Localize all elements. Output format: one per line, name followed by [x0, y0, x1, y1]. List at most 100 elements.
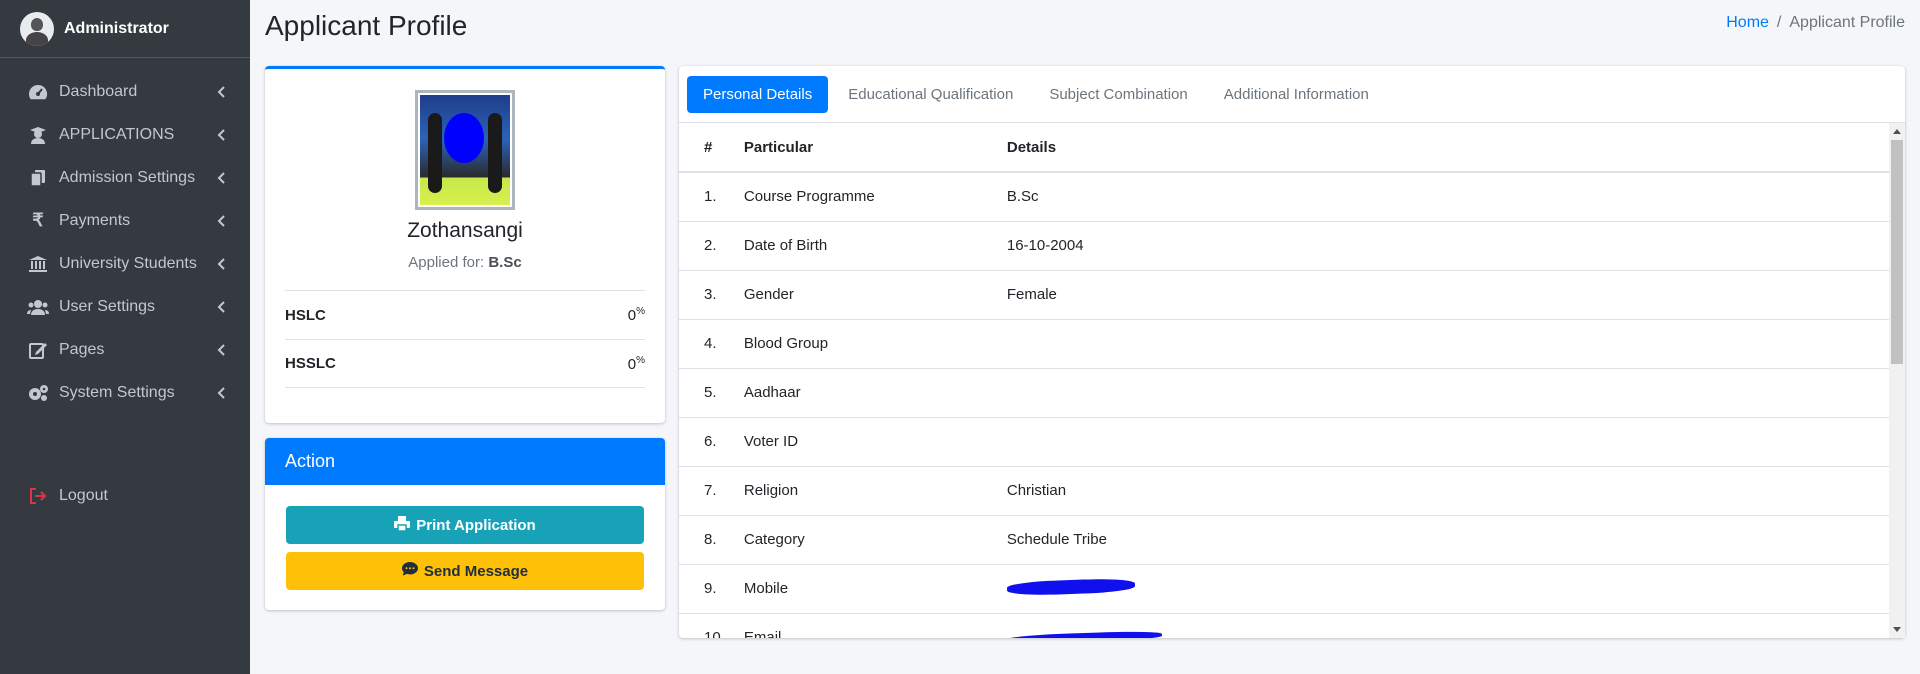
row-particular: Date of Birth [724, 221, 982, 271]
details-table-container: # Particular Details 1. Course Programme B… [679, 123, 1889, 638]
row-number: 4. [679, 319, 725, 369]
column-header-particular: Particular [724, 123, 982, 173]
users-icon [27, 298, 49, 316]
row-particular: Voter ID [724, 417, 982, 467]
row-number: 9. [679, 564, 725, 614]
applied-for: Applied for: B.Sc [265, 254, 665, 271]
details-card: Personal Details Educational Qualificati… [679, 66, 1905, 638]
logout-link[interactable]: Logout [27, 487, 108, 505]
sidebar-item-label: Dashboard [59, 82, 138, 100]
sidebar: Administrator Dashboard APPLICATIONS Adm… [0, 0, 250, 674]
sidebar-item-label: Payments [59, 211, 131, 229]
user-name: Administrator [64, 19, 169, 37]
send-message-button[interactable]: Send Message [286, 552, 644, 590]
row-details: Christian [981, 466, 1889, 516]
table-scrollbar[interactable] [1889, 123, 1905, 638]
send-message-label: Send Message [423, 562, 529, 580]
row-particular: Religion [724, 466, 982, 516]
applied-for-label: Applied for: [408, 254, 485, 271]
chevron-left-icon [216, 171, 226, 185]
logout-label: Logout [59, 487, 108, 504]
scroll-down-arrow-icon[interactable] [1893, 627, 1901, 632]
breadcrumb: Home / Applicant Profile [1726, 14, 1905, 32]
row-particular: Mobile [724, 564, 982, 614]
row-number: 6. [679, 417, 725, 467]
sign-out-icon [27, 488, 49, 504]
edit-icon [27, 341, 49, 359]
stat-value: 0% [627, 306, 645, 324]
tab-personal-details[interactable]: Personal Details [687, 75, 829, 113]
sidebar-item-dashboard[interactable]: Dashboard [0, 70, 250, 113]
sidebar-item-university-students[interactable]: University Students [0, 242, 250, 285]
action-card-title: Action [265, 438, 665, 485]
redaction-scribble [1006, 630, 1162, 638]
sidebar-item-label: APPLICATIONS [59, 125, 175, 143]
row-details [981, 368, 1889, 418]
tab-educational-qualification[interactable]: Educational Qualification [832, 76, 1029, 113]
table-row: 6. Voter ID [679, 417, 1889, 467]
row-details [981, 319, 1889, 369]
sidebar-item-payments[interactable]: ₹ Payments [0, 199, 250, 242]
sidebar-item-label: Pages [59, 340, 105, 358]
row-particular: Email [724, 613, 982, 638]
user-graduate-icon [27, 126, 49, 144]
sidebar-nav: Dashboard APPLICATIONS Admission Setting… [0, 58, 250, 414]
row-number: 8. [679, 515, 725, 565]
table-row: 8. Category Schedule Tribe [679, 515, 1889, 565]
chevron-left-icon [216, 300, 226, 314]
row-details-redacted [981, 613, 1889, 638]
tab-subject-combination[interactable]: Subject Combination [1033, 76, 1203, 113]
applicant-photo [415, 90, 515, 210]
chevron-left-icon [216, 386, 226, 400]
applied-for-value: B.Sc [488, 254, 522, 271]
avatar [20, 11, 54, 46]
sidebar-item-label: User Settings [59, 297, 156, 315]
breadcrumb-current: Applicant Profile [1789, 14, 1905, 31]
details-table: # Particular Details 1. Course Programme B… [679, 123, 1889, 638]
table-row: 2. Date of Birth 16-10-2004 [679, 221, 1889, 271]
breadcrumb-home-link[interactable]: Home [1726, 14, 1769, 32]
chevron-left-icon [216, 214, 226, 228]
comment-dots-icon [401, 562, 418, 580]
details-tabs: Personal Details Educational Qualificati… [679, 66, 1905, 123]
chevron-left-icon [216, 85, 226, 99]
sidebar-item-pages[interactable]: Pages [0, 328, 250, 371]
print-application-label: Print Application [416, 516, 536, 534]
row-details: Female [981, 270, 1889, 320]
stat-value: 0% [627, 354, 645, 373]
row-details: B.Sc [981, 172, 1889, 222]
sidebar-item-system-settings[interactable]: System Settings [0, 371, 250, 414]
print-application-button[interactable]: Print Application [286, 506, 644, 544]
table-row: 1. Course Programme B.Sc [679, 172, 1889, 222]
rupee-icon: ₹ [32, 210, 44, 230]
print-icon [394, 515, 411, 535]
copy-icon [27, 169, 49, 187]
table-row: 4. Blood Group [679, 319, 1889, 369]
redaction-scribble [1006, 577, 1136, 596]
profile-card: Zothansangi Applied for: B.Sc HSLC 0% HS… [265, 66, 665, 423]
page-title: Applicant Profile [265, 10, 468, 41]
table-row: 7. Religion Christian [679, 466, 1889, 516]
stat-label: HSLC [285, 306, 326, 324]
chevron-left-icon [216, 343, 226, 357]
user-panel[interactable]: Administrator [0, 0, 250, 58]
row-particular: Gender [724, 270, 982, 320]
table-row: 10. Email [679, 613, 1889, 638]
table-row: 3. Gender Female [679, 270, 1889, 320]
sidebar-item-applications[interactable]: APPLICATIONS [0, 113, 250, 156]
university-icon [27, 255, 49, 273]
row-number: 10. [679, 613, 725, 638]
sidebar-item-user-settings[interactable]: User Settings [0, 285, 250, 328]
scroll-up-arrow-icon[interactable] [1893, 129, 1901, 134]
column-header-number: # [679, 123, 725, 173]
scrollbar-thumb[interactable] [1891, 140, 1903, 364]
sidebar-item-label: Admission Settings [59, 168, 196, 186]
stat-row-hsslc: HSSLC 0% [285, 339, 645, 388]
row-details: Schedule Tribe [981, 515, 1889, 565]
column-header-details: Details [981, 123, 1889, 173]
sidebar-item-admission-settings[interactable]: Admission Settings [0, 156, 250, 199]
row-number: 1. [679, 172, 725, 222]
row-particular: Aadhaar [724, 368, 982, 418]
tab-additional-information[interactable]: Additional Information [1208, 76, 1385, 113]
applicant-name: Zothansangi [407, 219, 523, 242]
